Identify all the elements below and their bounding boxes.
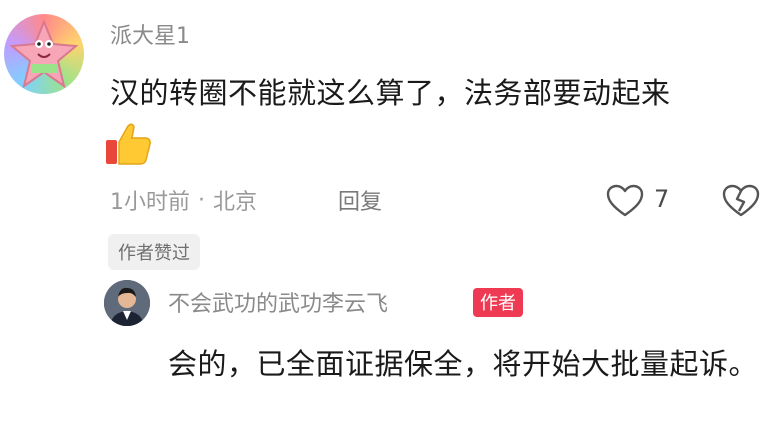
commenter-avatar[interactable] — [4, 14, 84, 94]
author-tag: 作者 — [473, 288, 523, 317]
commenter-username[interactable]: 派大星1 — [110, 18, 190, 50]
like-count: 7 — [654, 185, 670, 213]
comment-meta: 1小时前 · 北京 — [110, 184, 257, 216]
author-username[interactable]: 不会武功的武功李云飞 — [168, 286, 388, 318]
author-liked-badge: 作者赞过 — [108, 234, 200, 270]
reply-button[interactable]: 回复 — [338, 184, 382, 216]
comment-time: 1小时前 — [110, 190, 190, 215]
meta-separator: · — [198, 187, 205, 213]
broken-heart-icon[interactable] — [722, 184, 760, 218]
thumbs-up-icon — [102, 120, 154, 168]
person-avatar-icon — [104, 280, 150, 326]
comment-location: 北京 — [213, 190, 258, 215]
patrick-star-icon — [9, 19, 79, 89]
comment-text: 汉的转圈不能就这么算了，法务部要动起来 — [110, 76, 671, 110]
heart-icon[interactable] — [606, 184, 644, 218]
reply-text: 会的，已全面证据保全，将开始大批量起诉。 — [168, 347, 759, 381]
author-avatar[interactable] — [104, 280, 150, 326]
